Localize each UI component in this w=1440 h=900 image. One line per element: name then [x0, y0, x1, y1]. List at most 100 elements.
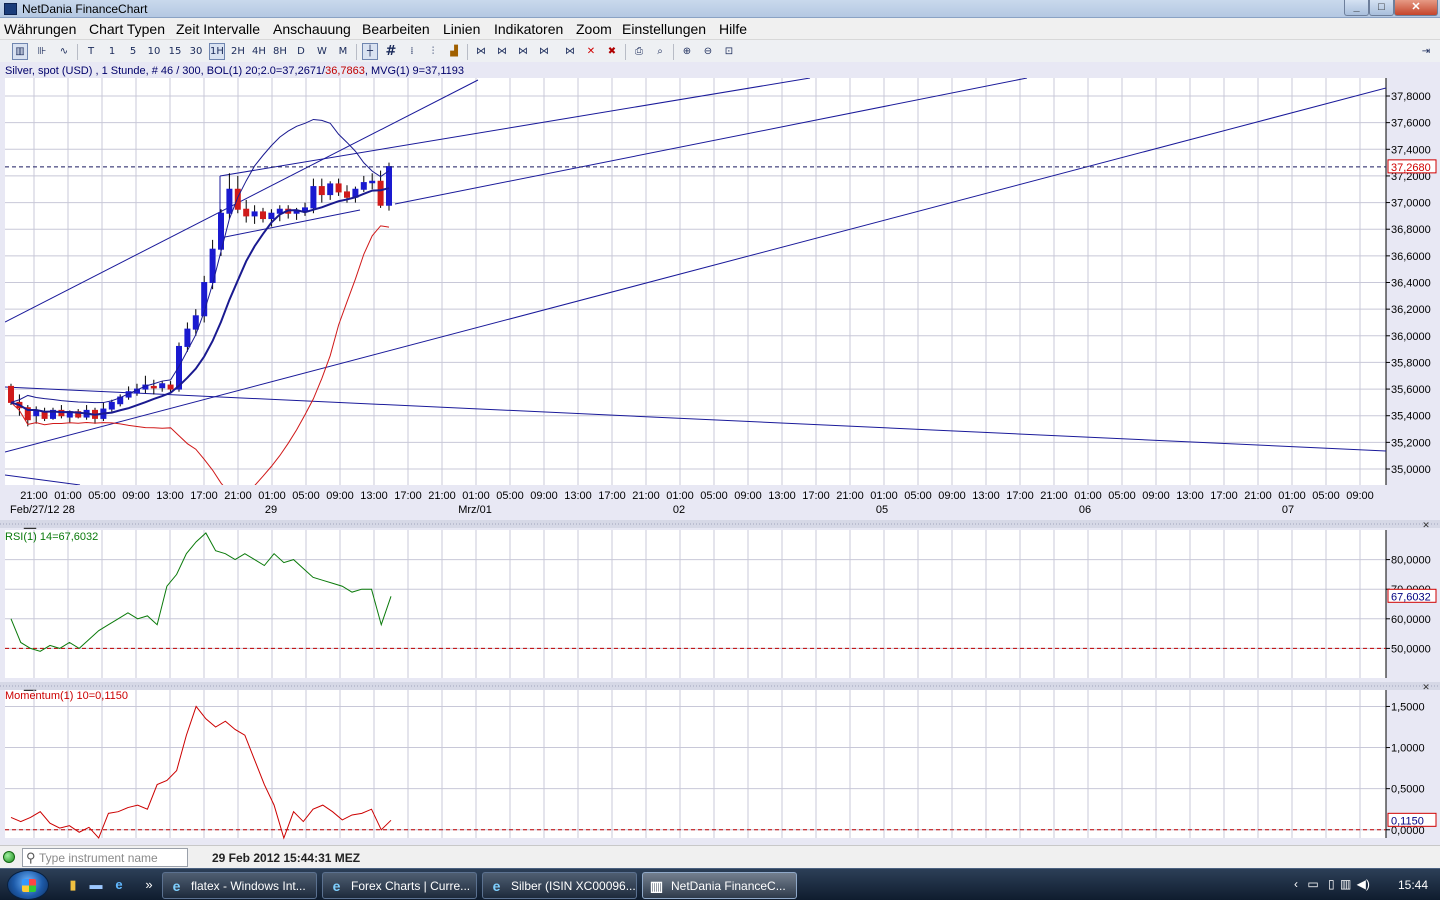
task-silber[interactable]: e Silber (ISIN XC00096... — [482, 872, 637, 899]
time-tick-label: 01:00 — [870, 490, 898, 502]
toolbar-separator — [77, 44, 78, 60]
menu-anschauung[interactable]: Anschauung — [273, 21, 351, 37]
interval-m-button[interactable]: M — [335, 43, 351, 60]
price-tick-label: 37,6000 — [1391, 118, 1431, 130]
date-label: Mrz/01 — [458, 504, 492, 516]
time-tick-label: 17:00 — [1006, 490, 1034, 502]
interval-w-button[interactable]: W — [314, 43, 330, 60]
zoom-in-icon[interactable]: ⊕ — [679, 43, 695, 60]
candle-body — [176, 345, 182, 390]
price-tick-label: 35,4000 — [1391, 411, 1431, 423]
candle-body — [167, 384, 174, 390]
start-button[interactable] — [7, 870, 49, 900]
time-tick-label: 17:00 — [598, 490, 626, 502]
window-titlebar: NetDania FinanceChart _ □ ✕ — [0, 0, 1440, 18]
candle-body — [327, 183, 334, 196]
time-tick-label: 05:00 — [496, 490, 524, 502]
task-forex-charts[interactable]: e Forex Charts | Curre... — [322, 872, 477, 899]
close-button[interactable]: ✕ — [1394, 0, 1438, 16]
price-tick-label: 37,0000 — [1391, 198, 1431, 210]
candle-body — [260, 211, 266, 220]
tray-volume-icon[interactable]: ◀) — [1357, 877, 1370, 891]
tray-device-icon[interactable]: ▭ — [1307, 877, 1318, 891]
channel-icon[interactable]: ⋈ — [494, 43, 510, 60]
toolbar-separator — [356, 44, 357, 60]
interval-2h-button[interactable]: 2H — [230, 43, 246, 60]
fan-icon[interactable]: ⋈ — [536, 43, 552, 60]
time-tick-label: 13:00 — [768, 490, 796, 502]
menu-zoom[interactable]: Zoom — [576, 21, 612, 37]
chart-area[interactable]: ✕▁▁✕▁▁21:00 01:00 05:00 09:00 13:00 17:00 21:0… — [0, 62, 1440, 845]
interval-5-button[interactable]: 5 — [125, 43, 141, 60]
menu-bearbeiten[interactable]: Bearbeiten — [362, 21, 430, 37]
time-tick-label: 05:00 — [88, 490, 116, 502]
interval-30-button[interactable]: 30 — [188, 43, 204, 60]
menu-linien[interactable]: Linien — [443, 21, 480, 37]
zoom-reset-icon[interactable]: ⊡ — [721, 43, 737, 60]
interval-15-button[interactable]: 15 — [167, 43, 183, 60]
toolbar-separator — [673, 44, 674, 60]
info-icon[interactable]: ⁞ — [404, 43, 420, 60]
menu-indikatoren[interactable]: Indikatoren — [494, 21, 563, 37]
menu-zeit-intervalle[interactable]: Zeit Intervalle — [176, 21, 260, 37]
ie-icon[interactable]: e — [112, 878, 126, 892]
toolbar: ▥ ⊪ ∿ T 1 5 10 15 30 1H 2H 4H 8H D W M ┼… — [0, 40, 1440, 64]
delete-icon[interactable]: ✕ — [583, 43, 599, 60]
task-netdania[interactable]: ▥ NetDania FinanceC... — [642, 872, 797, 899]
time-tick-label: 09:00 — [326, 490, 354, 502]
interval-d-button[interactable]: D — [293, 43, 309, 60]
print-preview-icon[interactable]: ⌕ — [652, 43, 668, 60]
price-tick-label: 35,6000 — [1391, 384, 1431, 396]
task-flatex[interactable]: e flatex - Windows Int... — [162, 872, 317, 899]
grid-icon[interactable]: # — [383, 43, 399, 60]
time-tick-label: 01:00 — [1278, 490, 1306, 502]
explorer-icon[interactable]: ▮ — [66, 878, 80, 892]
trendline-icon[interactable]: ⋈ — [473, 43, 489, 60]
interval-4h-button[interactable]: 4H — [251, 43, 267, 60]
interval-1h-button[interactable]: 1H — [209, 43, 225, 60]
momentum-current-label: 0,1150 — [1391, 815, 1424, 827]
price-tick-label: 37,8000 — [1391, 91, 1431, 103]
date-label: 07 — [1282, 504, 1294, 516]
tray-network-icon[interactable]: ▥ — [1340, 877, 1351, 891]
menu-chart-typen[interactable]: Chart Typen — [89, 21, 165, 37]
draw-tool-icon[interactable]: ⋈ — [562, 43, 578, 60]
date-label: 05 — [876, 504, 888, 516]
zoom-out-icon[interactable]: ⊖ — [700, 43, 716, 60]
connection-status-icon — [3, 851, 15, 863]
system-tray[interactable]: ‹ ▭ ▯ ▥ ◀) — [1294, 877, 1370, 891]
instrument-search-input[interactable] — [39, 850, 185, 865]
app-icon — [4, 3, 17, 15]
crosshair-icon[interactable]: ┼ — [362, 43, 378, 60]
print-icon[interactable]: ⎙ — [631, 43, 647, 60]
menu-waehrungen[interactable]: Währungen — [4, 21, 76, 37]
candle-chart-icon[interactable]: ▥ — [12, 43, 28, 60]
time-tick-label: 05:00 — [904, 490, 932, 502]
menu-einstellungen[interactable]: Einstellungen — [622, 21, 706, 37]
price-tick-label: 37,4000 — [1391, 144, 1431, 156]
interval-10-button[interactable]: 10 — [146, 43, 162, 60]
price-tick-label: 35,0000 — [1391, 464, 1431, 476]
interval-t-button[interactable]: T — [83, 43, 99, 60]
maximize-button[interactable]: □ — [1369, 0, 1394, 16]
line-chart-icon[interactable]: ∿ — [56, 43, 72, 60]
rsi-tick-label: 50,0000 — [1391, 643, 1431, 655]
momentum-label: Momentum(1) 10=0,1150 — [5, 690, 128, 702]
tray-app-icon[interactable]: ▯ — [1328, 877, 1335, 891]
bar-chart-icon[interactable]: ⊪ — [34, 43, 50, 60]
show-desktop-icon[interactable]: ▬ — [89, 878, 103, 892]
interval-8h-button[interactable]: 8H — [272, 43, 288, 60]
minimize-button[interactable]: _ — [1344, 0, 1369, 16]
menu-hilfe[interactable]: Hilfe — [719, 21, 747, 37]
delete-all-icon[interactable]: ✖ — [604, 43, 620, 60]
indicator-icon[interactable]: ⫶ — [425, 43, 441, 60]
chart-info-main: Silver, spot (USD) , 1 Stunde, # 46 / 30… — [5, 65, 326, 77]
volume-icon[interactable]: ▟ — [446, 43, 462, 60]
fibonacci-icon[interactable]: ⋈ — [515, 43, 531, 60]
price-tick-label: 36,2000 — [1391, 304, 1431, 316]
quicklaunch-more-icon[interactable]: » — [142, 878, 156, 892]
interval-1-button[interactable]: 1 — [104, 43, 120, 60]
instrument-search[interactable]: ⚲ — [22, 848, 188, 867]
panel-toggle-icon[interactable]: ⇥ — [1418, 43, 1434, 60]
tray-expand-icon[interactable]: ‹ — [1294, 877, 1298, 891]
